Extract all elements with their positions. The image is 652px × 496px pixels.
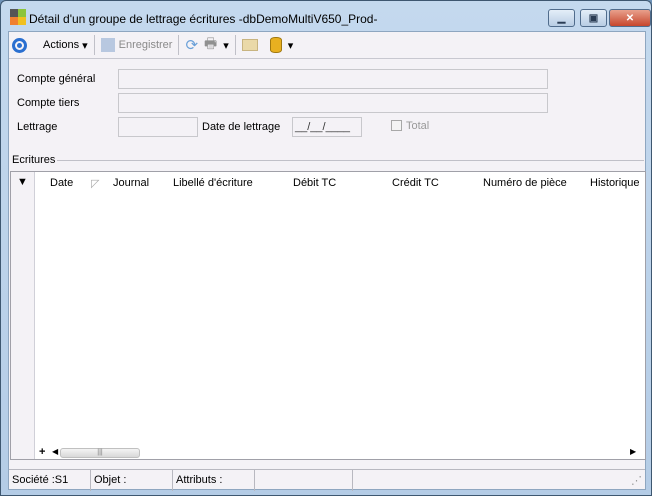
add-row-icon[interactable]: + [39, 446, 45, 458]
ecritures-grid: ▼ Date ◸ Journal Libellé d'écriture Débi… [10, 171, 646, 460]
status-attributs: Attributs : [173, 470, 255, 491]
save-label: Enregistrer [118, 39, 173, 51]
separator [234, 35, 236, 55]
sort-icon: ◸ [91, 178, 100, 190]
print-dropdown-icon[interactable]: ▾ [220, 34, 232, 56]
save-icon [100, 38, 115, 52]
status-panel [255, 470, 353, 491]
database-icon[interactable] [267, 34, 285, 56]
client-area: Actions ▾ Enregistrer ⟳ 🖶 ▾ ▾ Compte gén… [8, 31, 646, 491]
total-label: Total [406, 120, 430, 132]
lettrage-input[interactable] [118, 117, 198, 137]
date-lettrage-label: Date de lettrage [202, 121, 281, 133]
compte-general-label: Compte général [17, 73, 96, 85]
separator [93, 35, 95, 55]
column-journal[interactable]: Journal [113, 177, 149, 189]
folder-icon[interactable] [239, 34, 261, 56]
column-chooser-icon[interactable]: ▼ [17, 176, 28, 188]
database-dropdown-icon[interactable]: ▾ [285, 34, 297, 56]
save-button[interactable]: Enregistrer [98, 34, 176, 56]
navigation-icon[interactable] [9, 34, 30, 56]
print-icon[interactable]: 🖶 [201, 34, 220, 56]
window-title: Détail d'un groupe de lettrage écritures… [29, 12, 378, 26]
group-divider [12, 160, 644, 161]
actions-menu[interactable]: Actions ▾ [40, 34, 91, 56]
ecritures-group-label: Ecritures [12, 154, 58, 166]
actions-label: Actions [43, 39, 80, 51]
grid-header: ▼ Date ◸ Journal Libellé d'écriture Débi… [11, 172, 645, 194]
scroll-left-icon[interactable]: ◀ [52, 447, 58, 456]
column-credit[interactable]: Crédit TC [392, 177, 439, 189]
compte-tiers-label: Compte tiers [17, 97, 80, 109]
scroll-right-icon[interactable]: ▶ [630, 447, 636, 456]
horizontal-scrollbar-thumb[interactable]: ||| [60, 448, 140, 458]
chevron-down-icon: ▾ [79, 39, 88, 52]
column-debit[interactable]: Débit TC [293, 177, 336, 189]
refresh-icon[interactable]: ⟳ [182, 34, 201, 56]
date-lettrage-input[interactable]: __/__/____ [292, 117, 362, 137]
minimize-button[interactable]: ▁ [548, 9, 575, 27]
window-frame: Détail d'un groupe de lettrage écritures… [0, 0, 652, 496]
status-bar: Société :S1 Objet : Attributs : ⋰ [9, 469, 645, 491]
compte-tiers-input[interactable] [118, 93, 548, 113]
status-societe: Société :S1 [9, 470, 91, 491]
total-checkbox[interactable] [391, 120, 402, 131]
separator [178, 35, 180, 55]
row-header-column [11, 172, 35, 459]
column-historique[interactable]: Historique [590, 177, 640, 189]
maximize-button[interactable]: ▣ [580, 9, 607, 27]
status-objet: Objet : [91, 470, 173, 491]
app-icon [10, 9, 26, 25]
compte-general-input[interactable] [118, 69, 548, 89]
lettrage-label: Lettrage [17, 121, 58, 133]
column-numero-piece[interactable]: Numéro de pièce [483, 177, 567, 189]
toolbar: Actions ▾ Enregistrer ⟳ 🖶 ▾ ▾ [9, 32, 645, 59]
close-button[interactable]: ✕ [609, 9, 651, 27]
column-libelle[interactable]: Libellé d'écriture [173, 177, 253, 189]
column-date[interactable]: Date [50, 177, 73, 189]
resize-grip-icon[interactable]: ⋰ [353, 470, 645, 491]
